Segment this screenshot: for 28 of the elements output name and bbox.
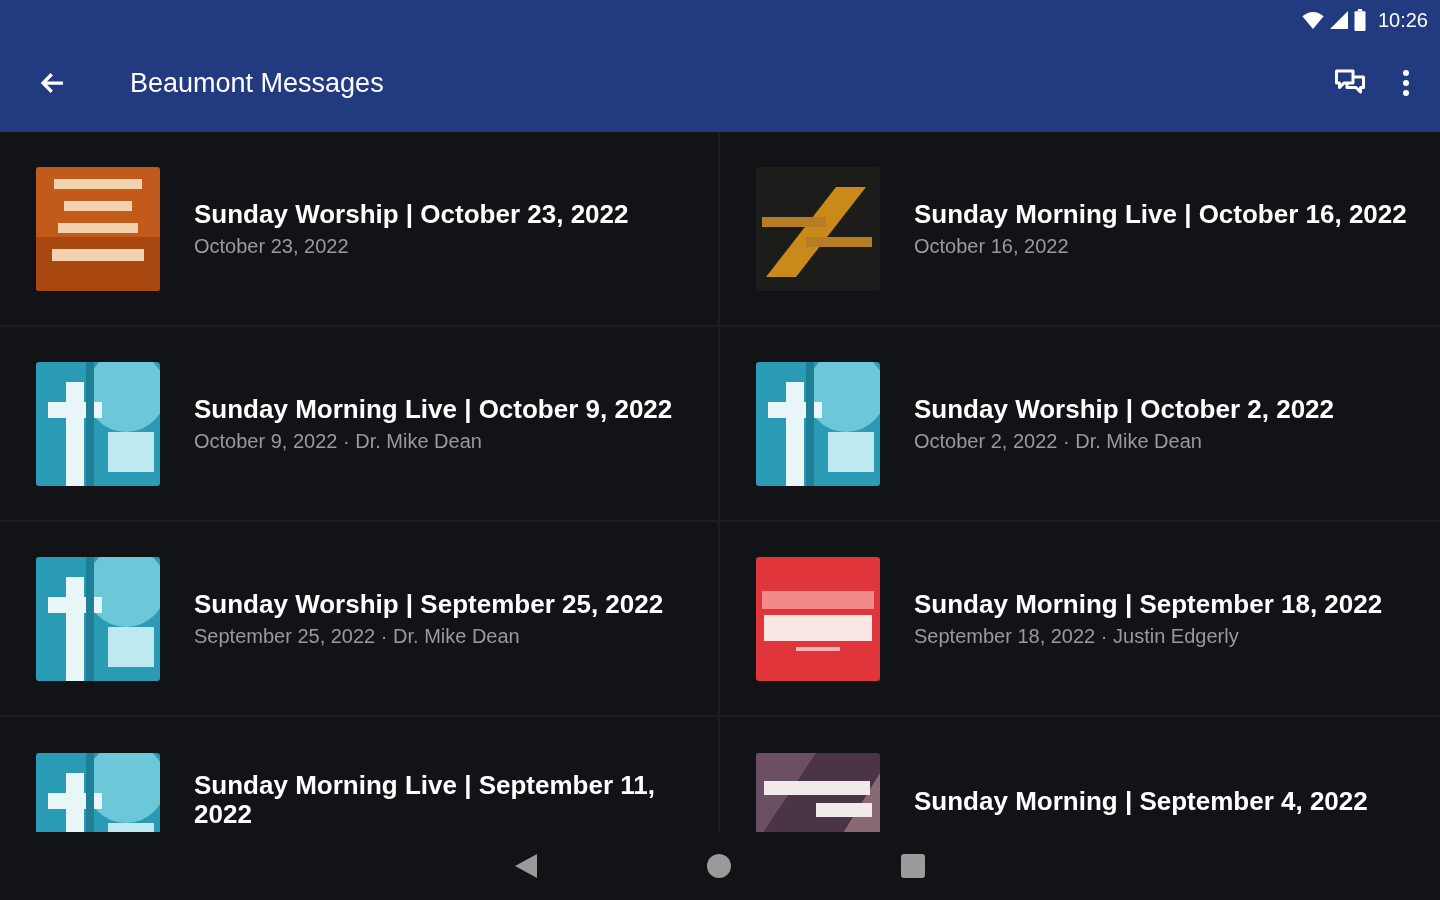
- message-item[interactable]: Sunday Morning Live | October 16, 2022 October 16, 2022: [720, 132, 1440, 327]
- message-title: Sunday Worship | September 25, 2022: [194, 589, 664, 619]
- more-menu-icon[interactable]: [1402, 68, 1410, 98]
- message-title: Sunday Worship | October 2, 2022: [914, 394, 1335, 424]
- message-subtitle: September 18, 2022 · Justin Edgerly: [914, 624, 1240, 648]
- message-title: Sunday Morning Live | October 9, 2022: [194, 394, 673, 424]
- signal-icon: [1329, 11, 1348, 29]
- message-title: Sunday Morning Live | October 16, 2022: [914, 199, 1407, 229]
- message-subtitle: October 9, 2022 · Dr. Mike Dean: [194, 429, 483, 453]
- message-item[interactable]: Sunday Morning Live | October 9, 2022 October 9, 2022 · Dr. Mike Dean: [0, 327, 720, 522]
- back-triangle-icon[interactable]: [515, 854, 537, 878]
- status-time: 10:26: [1377, 8, 1428, 32]
- message-title: Sunday Morning | September 18, 2022: [914, 589, 1383, 619]
- battery-icon: [1353, 9, 1366, 31]
- message-subtitle: September 25, 2022 · Dr. Mike Dean: [194, 624, 521, 648]
- message-item[interactable]: Sunday Worship | September 25, 2022 September 25, 2022 · Dr. Mike Dean: [0, 522, 720, 717]
- message-title: Sunday Morning | September 4, 2022: [914, 787, 1368, 816]
- message-subtitle: October 23, 2022: [194, 234, 350, 258]
- message-title: Sunday Worship | October 23, 2022: [194, 199, 629, 229]
- message-item[interactable]: Sunday Worship | October 2, 2022 October 2, 2022 · Dr. Mike Dean: [720, 327, 1440, 522]
- message-subtitle: October 16, 2022: [914, 234, 1070, 258]
- wifi-icon: [1301, 11, 1324, 29]
- message-title: Sunday Morning Live | September 11, 2022: [194, 771, 656, 829]
- message-subtitle: October 2, 2022 · Dr. Mike Dean: [914, 429, 1203, 453]
- app-title: Beaumont Messages: [130, 67, 384, 99]
- home-circle-icon[interactable]: [707, 854, 731, 878]
- message-item[interactable]: Sunday Morning | September 18, 2022 September 18, 2022 · Justin Edgerly: [720, 522, 1440, 717]
- message-item[interactable]: Sunday Worship | October 23, 2022 October 23, 2022: [0, 132, 720, 327]
